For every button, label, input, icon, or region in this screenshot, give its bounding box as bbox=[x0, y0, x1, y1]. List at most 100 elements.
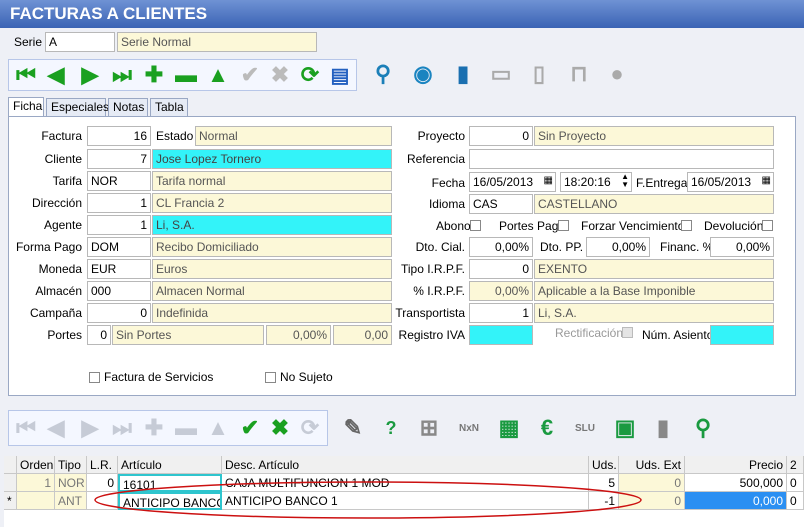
last-icon[interactable]: ⏭ bbox=[109, 61, 135, 89]
list-icon[interactable]: ▤ bbox=[327, 61, 353, 89]
table-cell[interactable]: ANTICIPO BANCO 1 bbox=[222, 492, 589, 510]
currency-icon[interactable]: € bbox=[534, 414, 560, 442]
campana-input[interactable]: 0 bbox=[87, 303, 151, 323]
mobile-icon[interactable]: ▯ bbox=[526, 60, 552, 88]
dto-pp-input[interactable]: 0,00% bbox=[586, 237, 650, 257]
column-header[interactable]: Uds. bbox=[589, 456, 619, 474]
slu-icon[interactable]: SLU bbox=[572, 414, 598, 442]
column-header[interactable]: Tipo bbox=[55, 456, 87, 474]
refresh-icon[interactable]: ⟳ bbox=[297, 61, 323, 89]
table-cell[interactable]: NOR bbox=[55, 474, 87, 492]
next-icon[interactable]: ▶ bbox=[77, 414, 103, 442]
first-icon[interactable]: ⏮ bbox=[13, 414, 39, 442]
help-icon[interactable]: ? bbox=[378, 414, 404, 442]
accept-icon[interactable]: ✔ bbox=[237, 414, 263, 442]
tarifa-input[interactable]: NOR bbox=[87, 171, 151, 191]
time-spinner-icon[interactable]: ▲ ▼ bbox=[621, 173, 629, 189]
table-cell[interactable]: 0 bbox=[87, 474, 118, 492]
factura-servicios-checkbox[interactable] bbox=[89, 372, 100, 383]
agente-input[interactable]: 1 bbox=[87, 215, 151, 235]
tab-tabla[interactable]: Tabla bbox=[150, 98, 188, 116]
almacen-input[interactable]: 000 bbox=[87, 281, 151, 301]
previous-icon[interactable]: ◀ bbox=[43, 414, 69, 442]
door-icon[interactable]: ▮ bbox=[650, 414, 676, 442]
up-icon[interactable]: ▲ bbox=[205, 61, 231, 89]
tab-especiales[interactable]: Especiales bbox=[46, 98, 109, 116]
table-cell[interactable]: 5 bbox=[589, 474, 619, 492]
table-cell[interactable]: ANT bbox=[55, 492, 87, 510]
calculator-icon[interactable]: ▦ bbox=[496, 414, 522, 442]
table-cell[interactable]: 16101 bbox=[118, 474, 222, 492]
tab-ficha[interactable]: Ficha bbox=[8, 97, 44, 117]
fecha-input[interactable]: 16/05/2013 ▦ bbox=[469, 172, 556, 192]
nxn-icon[interactable]: NxN bbox=[456, 414, 482, 442]
registro-iva-field[interactable] bbox=[469, 325, 533, 345]
cliente-input[interactable]: 7 bbox=[87, 149, 151, 169]
table-cell[interactable]: 0 bbox=[619, 474, 685, 492]
hora-input[interactable]: 18:20:16 ▲ ▼ bbox=[560, 172, 632, 192]
table-cell-selected[interactable]: 0,000 bbox=[685, 492, 787, 510]
table-cell[interactable]: 0 bbox=[619, 492, 685, 510]
table-cell[interactable]: ANTICIPO BANCO bbox=[118, 492, 222, 510]
column-header[interactable]: Precio bbox=[685, 456, 787, 474]
direccion-input[interactable]: 1 bbox=[87, 193, 151, 213]
forzar-vencimientos-checkbox[interactable] bbox=[681, 220, 692, 231]
cancel-icon[interactable]: ✖ bbox=[267, 61, 293, 89]
broadcast-icon[interactable]: ◉ bbox=[410, 60, 436, 88]
exit-door-icon[interactable]: ▮ bbox=[450, 60, 476, 88]
forma-pago-input[interactable]: DOM bbox=[87, 237, 151, 257]
table-cell[interactable] bbox=[87, 492, 118, 510]
referencia-input[interactable] bbox=[469, 149, 774, 169]
edit-icon[interactable]: ✎ bbox=[340, 414, 366, 442]
table-cell[interactable]: 1 bbox=[17, 474, 55, 492]
row-marker[interactable] bbox=[4, 474, 17, 492]
last-icon[interactable]: ⏭ bbox=[109, 414, 135, 442]
lock-icon[interactable]: ⊓ bbox=[566, 60, 592, 88]
column-header[interactable]: Uds. Ext bbox=[619, 456, 685, 474]
tab-notas[interactable]: Notas bbox=[108, 98, 148, 116]
table-cell[interactable]: -1 bbox=[589, 492, 619, 510]
column-header[interactable]: Desc. Artículo bbox=[222, 456, 589, 474]
transportista-input[interactable]: 1 bbox=[469, 303, 533, 323]
financ-input[interactable]: 0,00% bbox=[710, 237, 774, 257]
rectificacion-checkbox[interactable] bbox=[622, 327, 633, 338]
window-search-icon[interactable]: ⚲ bbox=[690, 414, 716, 442]
column-header[interactable]: 2 bbox=[787, 456, 804, 474]
portes-input[interactable]: 0 bbox=[87, 325, 111, 345]
calendar-icon[interactable]: ▦ bbox=[762, 175, 771, 186]
calendar-icon[interactable]: ▦ bbox=[544, 175, 553, 186]
tree-icon[interactable]: ⊞ bbox=[416, 414, 442, 442]
refresh-icon[interactable]: ⟳ bbox=[297, 414, 323, 442]
dto-cial-input[interactable]: 0,00% bbox=[469, 237, 533, 257]
portes-pag-checkbox[interactable] bbox=[558, 220, 569, 231]
table-cell[interactable]: CAJA MULTIFUNCION 1 MOD bbox=[222, 474, 589, 492]
first-icon[interactable]: ⏮ bbox=[13, 61, 39, 89]
add-icon[interactable]: ✚ bbox=[141, 414, 167, 442]
table-cell[interactable]: 500,000 bbox=[685, 474, 787, 492]
column-header[interactable]: L.R. bbox=[87, 456, 118, 474]
delete-icon[interactable]: ▬ bbox=[173, 61, 199, 89]
proyecto-input[interactable]: 0 bbox=[469, 126, 533, 146]
next-icon[interactable]: ▶ bbox=[77, 61, 103, 89]
add-icon[interactable]: ✚ bbox=[141, 61, 167, 89]
delete-icon[interactable]: ▬ bbox=[173, 414, 199, 442]
accept-icon[interactable]: ✔ bbox=[237, 61, 263, 89]
print-icon[interactable]: ▭ bbox=[488, 60, 514, 88]
tipo-irpf-input[interactable]: 0 bbox=[469, 259, 533, 279]
cancel-icon[interactable]: ✖ bbox=[267, 414, 293, 442]
up-icon[interactable]: ▲ bbox=[205, 414, 231, 442]
abono-checkbox[interactable] bbox=[470, 220, 481, 231]
no-sujeto-checkbox[interactable] bbox=[265, 372, 276, 383]
devolucion-checkbox[interactable] bbox=[762, 220, 773, 231]
f-entrega-input[interactable]: 16/05/2013 ▦ bbox=[687, 172, 774, 192]
num-asiento-field[interactable] bbox=[710, 325, 774, 345]
moneda-input[interactable]: EUR bbox=[87, 259, 151, 279]
idioma-input[interactable]: CAS bbox=[469, 194, 533, 214]
money-icon[interactable]: ▣ bbox=[612, 414, 638, 442]
column-header[interactable]: Orden bbox=[17, 456, 55, 474]
serie-input[interactable]: A bbox=[45, 32, 115, 52]
factura-input[interactable]: 16 bbox=[87, 126, 151, 146]
row-marker[interactable]: * bbox=[4, 492, 17, 510]
column-header[interactable]: Artículo bbox=[118, 456, 222, 474]
previous-icon[interactable]: ◀ bbox=[43, 61, 69, 89]
